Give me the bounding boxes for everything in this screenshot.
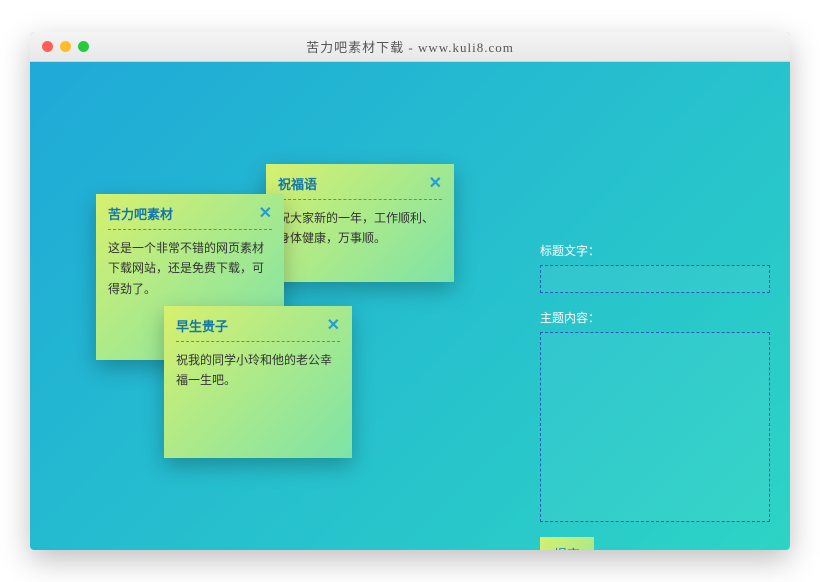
note-title: 祝福语 [278, 174, 317, 193]
content-area: 祝福语 ✕ 祝大家新的一年，工作顺利、身体健康，万事顺。 苦力吧素材 ✕ 这是一… [30, 62, 790, 550]
submit-button[interactable]: 提交 [540, 537, 594, 550]
titlebar: 苦力吧素材下载 - www.kuli8.com [30, 32, 790, 62]
title-input[interactable] [540, 265, 770, 293]
title-label: 标题文字： [540, 242, 770, 259]
note-header: 苦力吧素材 ✕ [108, 204, 272, 230]
content-label: 主题内容： [540, 309, 770, 326]
note-body: 祝大家新的一年，工作顺利、身体健康，万事顺。 [278, 208, 442, 249]
note-body: 祝我的同学小玲和他的老公幸福一生吧。 [176, 350, 340, 391]
maximize-window-icon[interactable] [78, 41, 89, 52]
close-icon[interactable]: ✕ [259, 206, 272, 222]
minimize-window-icon[interactable] [60, 41, 71, 52]
window-controls [42, 41, 89, 52]
sticky-note[interactable]: 祝福语 ✕ 祝大家新的一年，工作顺利、身体健康，万事顺。 [266, 164, 454, 282]
app-window: 苦力吧素材下载 - www.kuli8.com 祝福语 ✕ 祝大家新的一年，工作… [30, 32, 790, 550]
note-header: 早生贵子 ✕ [176, 316, 340, 342]
note-title: 早生贵子 [176, 316, 228, 335]
sticky-note[interactable]: 早生贵子 ✕ 祝我的同学小玲和他的老公幸福一生吧。 [164, 306, 352, 458]
close-icon[interactable]: ✕ [429, 176, 442, 192]
close-window-icon[interactable] [42, 41, 53, 52]
close-icon[interactable]: ✕ [327, 318, 340, 334]
note-form: 标题文字： 主题内容： 提交 [540, 242, 770, 550]
note-body: 这是一个非常不错的网页素材下载网站，还是免费下载，可得劲了。 [108, 238, 272, 299]
content-textarea[interactable] [540, 332, 770, 522]
window-title: 苦力吧素材下载 - www.kuli8.com [30, 37, 790, 56]
note-title: 苦力吧素材 [108, 204, 173, 223]
note-header: 祝福语 ✕ [278, 174, 442, 200]
